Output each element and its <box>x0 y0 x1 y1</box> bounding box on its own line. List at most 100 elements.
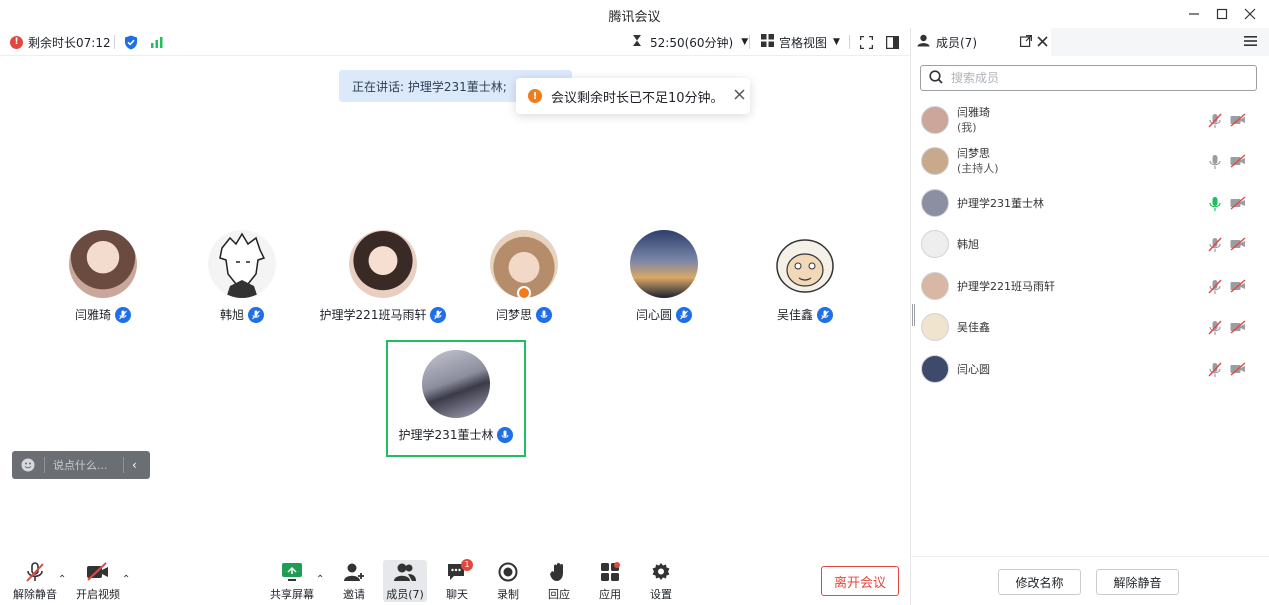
chat-badge: 1 <box>461 559 473 571</box>
participant-name: 闫雅琦 <box>74 308 111 322</box>
member-name-block: 吴佳鑫 <box>957 320 990 335</box>
avatar <box>422 350 490 418</box>
share-screen-button[interactable]: 共享屏幕 <box>268 560 316 602</box>
time-warning-toast: ! 会议剩余时长已不足10分钟。 <box>516 78 750 114</box>
camera-off-icon[interactable] <box>1230 196 1246 212</box>
warning-icon: ! <box>528 89 542 103</box>
start-video-button[interactable]: 开启视频 <box>74 560 122 602</box>
menu-icon[interactable] <box>1244 35 1257 50</box>
camera-off-icon[interactable] <box>1230 279 1246 295</box>
quick-chat-input[interactable]: 说点什么... <box>53 457 117 473</box>
participant-tile[interactable]: 闫心圆 <box>594 230 734 323</box>
member-name-block: 韩旭 <box>957 237 979 252</box>
signal-icon[interactable] <box>150 32 164 52</box>
bottom-toolbar: 解除静音 ⌃ 开启视频 ⌃ 共享屏幕 ⌃ 邀请 成员(7) 1 聊天 录制 回应… <box>0 556 910 605</box>
settings-button[interactable]: 设置 <box>637 560 685 602</box>
rename-button[interactable]: 修改名称 <box>998 569 1081 595</box>
timer[interactable]: 52:50(60分钟) ▼ <box>632 32 748 52</box>
avatar <box>490 230 558 300</box>
mic-muted-icon[interactable] <box>1208 362 1224 378</box>
member-row[interactable]: 护理学231董士林 <box>921 184 1256 222</box>
camera-off-icon[interactable] <box>1230 237 1246 253</box>
participant-tile[interactable]: 护理学221班马雨轩 <box>313 230 453 323</box>
record-label: 录制 <box>497 588 519 601</box>
chevron-up-icon[interactable]: ⌃ <box>316 574 324 585</box>
shield-icon[interactable] <box>124 32 138 52</box>
emoji-icon[interactable] <box>21 458 35 472</box>
gear-icon <box>637 560 685 584</box>
members-button[interactable]: 成员(7) <box>383 560 427 602</box>
member-name: 闫雅琦 <box>957 106 990 119</box>
member-search-input[interactable] <box>951 71 1231 85</box>
participant-tile[interactable]: 吴佳鑫 <box>735 230 875 323</box>
maximize-icon[interactable] <box>1212 4 1232 24</box>
mic-muted-icon[interactable] <box>1208 113 1224 129</box>
avatar <box>921 189 949 217</box>
member-row[interactable]: 护理学221班马雨轩 <box>921 267 1256 305</box>
unmute-button[interactable]: 解除静音 <box>11 560 59 602</box>
mic-icon[interactable] <box>1208 154 1224 170</box>
chevron-down-icon: ▼ <box>741 37 749 47</box>
member-name-block: 闫心圆 <box>957 362 990 377</box>
record-button[interactable]: 录制 <box>484 560 532 602</box>
camera-off-icon[interactable] <box>1230 154 1246 170</box>
member-row[interactable]: 闫雅琦 (我) <box>921 101 1256 139</box>
minimize-icon[interactable] <box>1184 4 1204 24</box>
meeting-window: 腾讯会议 ! 剩余时长07:12 52:50(60分钟) ▼ 宫格视图 ▼ 正在… <box>0 0 1269 605</box>
invite-button[interactable]: 邀请 <box>330 560 378 602</box>
remaining-time[interactable]: ! 剩余时长07:12 <box>10 32 111 52</box>
member-row[interactable]: 吴佳鑫 <box>921 308 1256 346</box>
mic-icon[interactable] <box>1208 196 1224 212</box>
participant-tile[interactable]: 闫梦思 <box>454 230 594 323</box>
camera-off-icon[interactable] <box>1230 362 1246 378</box>
resize-handle[interactable] <box>912 304 915 326</box>
camera-off-icon[interactable] <box>1230 320 1246 336</box>
participant-name: 韩旭 <box>219 308 244 322</box>
mic-muted-icon[interactable] <box>1208 320 1224 336</box>
leave-meeting-button[interactable]: 离开会议 <box>821 566 899 596</box>
camera-off-icon[interactable] <box>1230 113 1246 129</box>
chevron-down-icon: ▼ <box>833 37 840 47</box>
participant-tile[interactable]: 闫雅琦 <box>33 230 173 323</box>
mic-icon <box>817 306 833 323</box>
mic-icon <box>497 426 514 443</box>
member-name: 韩旭 <box>957 237 979 251</box>
unmute-all-button[interactable]: 解除静音 <box>1096 569 1179 595</box>
popout-icon[interactable] <box>1020 35 1032 50</box>
chevron-up-icon[interactable]: ⌃ <box>58 574 66 585</box>
chat-button[interactable]: 1 聊天 <box>433 559 481 602</box>
members-label: 成员(7) <box>386 588 424 601</box>
start-video-label: 开启视频 <box>76 588 120 601</box>
close-icon[interactable] <box>734 88 745 104</box>
react-button[interactable]: 回应 <box>535 560 583 602</box>
member-row[interactable]: 闫心圆 <box>921 350 1256 388</box>
member-row[interactable]: 韩旭 <box>921 225 1256 263</box>
divider <box>123 457 124 473</box>
quick-chat-box[interactable]: 说点什么... ‹ <box>12 451 150 479</box>
fullscreen-icon[interactable] <box>860 32 873 52</box>
member-row[interactable]: 闫梦思 (主持人) <box>921 142 1256 180</box>
mic-icon <box>536 306 552 323</box>
member-name-block: 护理学221班马雨轩 <box>957 279 1055 294</box>
search-icon <box>929 69 943 87</box>
chevron-up-icon[interactable]: ⌃ <box>122 574 130 585</box>
close-icon[interactable] <box>1240 4 1260 24</box>
toast-message: 会议剩余时长已不足10分钟。 <box>551 90 724 106</box>
close-icon[interactable] <box>1037 36 1048 50</box>
view-mode-button[interactable]: 宫格视图 ▼ <box>761 32 840 52</box>
participant-tile[interactable]: 韩旭 <box>172 230 312 323</box>
sidebar-toggle-icon[interactable] <box>886 32 899 52</box>
mic-muted-icon[interactable] <box>1208 237 1224 253</box>
apps-button[interactable]: 应用 <box>586 560 634 602</box>
chat-label: 聊天 <box>446 588 468 601</box>
avatar <box>921 106 949 134</box>
hourglass-icon <box>632 34 642 50</box>
participant-tile-active-speaker[interactable]: 护理学231董士林 <box>386 340 526 457</box>
collapse-icon[interactable]: ‹ <box>132 458 137 472</box>
members-tab[interactable]: 成员(7) <box>911 28 1051 56</box>
mic-muted-icon[interactable] <box>1208 279 1224 295</box>
grid-icon <box>761 34 774 50</box>
member-search[interactable] <box>920 65 1257 91</box>
apps-icon <box>586 560 634 584</box>
member-name: 吴佳鑫 <box>957 320 990 334</box>
